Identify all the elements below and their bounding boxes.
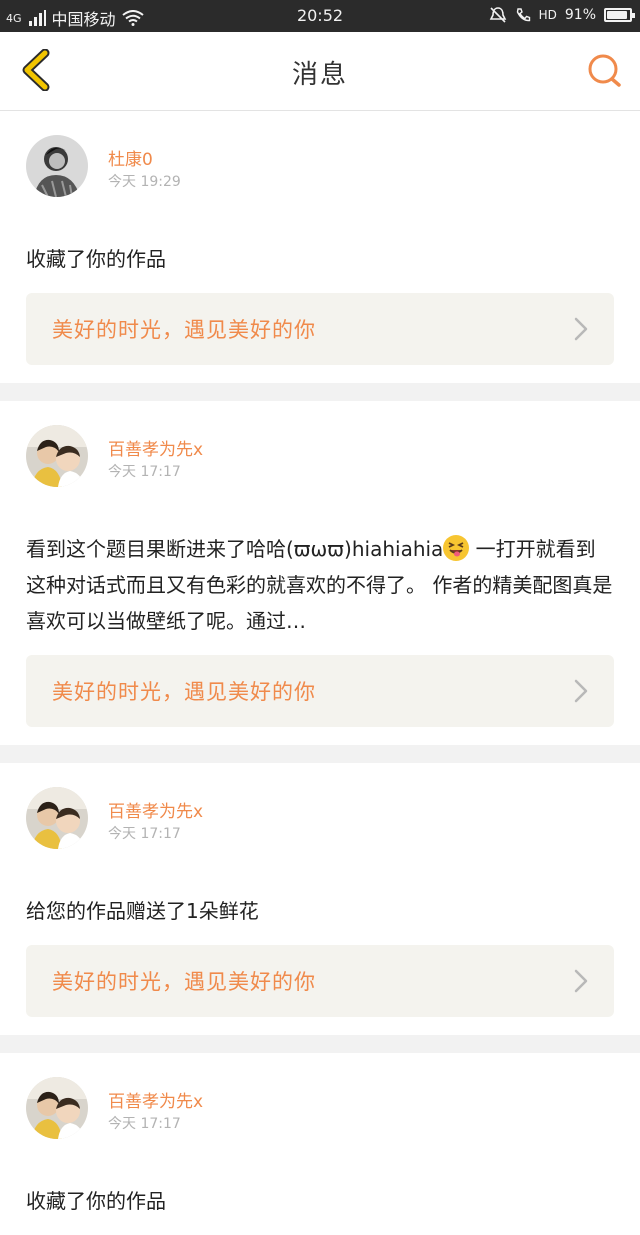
search-button[interactable]	[584, 50, 626, 92]
message-text: 给您的作品赠送了1朵鲜花	[26, 899, 259, 923]
nav-bar: 消息	[0, 32, 640, 111]
source-work-link[interactable]: 美好的时光，遇见美好的你	[26, 655, 614, 727]
message-card: 百善孝为先x 今天 17:17 看到这个题目果断进来了哈哈(ϖωϖ)hiahia…	[0, 401, 640, 727]
source-work-link[interactable]: 美好的时光，遇见美好的你	[26, 293, 614, 365]
bell-muted-icon	[489, 7, 506, 23]
source-work-title: 美好的时光，遇见美好的你	[52, 318, 316, 342]
message-feed: 杜康0 今天 19:29 收藏了你的作品 美好的时光，遇见美好的你 百善孝为先x…	[0, 111, 640, 1235]
source-work-title: 美好的时光，遇见美好的你	[52, 970, 316, 994]
message-time: 今天 17:17	[108, 826, 181, 842]
message-time: 今天 17:17	[108, 1116, 181, 1132]
section-divider	[0, 383, 640, 401]
user-name[interactable]: 杜康0	[108, 145, 153, 170]
message-text: 收藏了你的作品	[26, 1189, 166, 1213]
avatar[interactable]	[26, 787, 88, 849]
battery-level	[607, 11, 627, 19]
message-time: 今天 19:29	[108, 174, 181, 190]
message-card: 杜康0 今天 19:29 收藏了你的作品 美好的时光，遇见美好的你	[0, 111, 640, 365]
status-right: HD 91%	[489, 6, 635, 24]
grinning-squint-emoji-icon	[443, 535, 470, 561]
source-work-title: 美好的时光，遇见美好的你	[52, 680, 316, 704]
section-divider	[0, 745, 640, 763]
message-header: 百善孝为先x 今天 17:17	[26, 401, 614, 515]
chevron-right-icon	[574, 679, 588, 703]
message-header: 杜康0 今天 19:29	[26, 111, 614, 225]
chevron-right-icon	[574, 317, 588, 341]
user-name[interactable]: 百善孝为先x	[108, 1087, 203, 1112]
status-bar: 4G 中国移动 20:52 HD 91%	[0, 0, 640, 32]
user-name[interactable]: 百善孝为先x	[108, 435, 203, 460]
message-time: 今天 17:17	[108, 464, 181, 480]
search-icon	[588, 54, 621, 87]
chevron-right-icon	[574, 969, 588, 993]
source-work-link[interactable]: 美好的时光，遇见美好的你	[26, 945, 614, 1017]
message-header: 百善孝为先x 今天 17:17	[26, 1053, 614, 1167]
message-text: 收藏了你的作品	[26, 247, 166, 271]
hd-label: HD	[538, 8, 557, 22]
battery-icon	[604, 8, 635, 22]
avatar[interactable]	[26, 135, 88, 197]
user-name[interactable]: 百善孝为先x	[108, 797, 203, 822]
avatar[interactable]	[26, 1077, 88, 1139]
message-text: 看到这个题目果断进来了哈哈(ϖωϖ)hiahiahia 一打开就看到这种对话式而…	[26, 515, 614, 655]
page-title: 消息	[291, 60, 348, 90]
phone-icon	[516, 8, 530, 22]
message-header: 百善孝为先x 今天 17:17	[26, 763, 614, 877]
avatar[interactable]	[26, 425, 88, 487]
message-card: 百善孝为先x 今天 17:17 给您的作品赠送了1朵鲜花 美好的时光，遇见美好的…	[0, 763, 640, 1017]
battery-percent: 91%	[564, 7, 596, 23]
message-card: 百善孝为先x 今天 17:17 收藏了你的作品	[0, 1053, 640, 1235]
message-text-part: 看到这个题目果断进来了哈哈(ϖωϖ)hiahiahia	[26, 537, 444, 561]
section-divider	[0, 1035, 640, 1053]
